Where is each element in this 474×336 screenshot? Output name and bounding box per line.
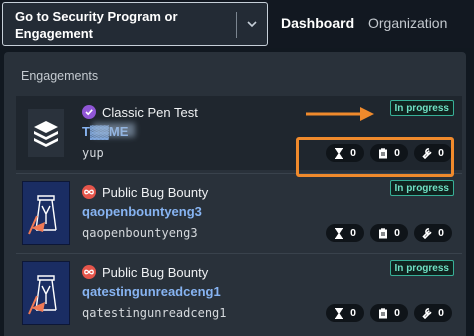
engagement-name[interactable]: qatestingunreadceng1 [82, 284, 221, 299]
clipboard-count: 0 [394, 307, 400, 319]
clipboard-icon [379, 227, 388, 238]
bounty-flag-icon [22, 261, 70, 325]
bounty-flag-icon [22, 181, 70, 245]
engagement-card[interactable]: Public Bug Bounty qaopenbountyeng3 qaope… [16, 176, 462, 254]
clipboard-counter: 0 [370, 224, 408, 242]
nav-organization[interactable]: Organization [368, 15, 447, 31]
engagement-type: Classic Pen Test [102, 105, 198, 120]
status-badge: In progress [389, 260, 454, 276]
engagement-type: Public Bug Bounty [102, 185, 209, 200]
engagement-slug: yup [82, 146, 104, 160]
hourglass-count: 0 [350, 227, 356, 239]
engagements-dropdown: Engagements Classic Pen Test T▓▓ME yup I… [4, 52, 466, 336]
hourglass-counter: 0 [326, 224, 364, 242]
clipboard-counter: 0 [370, 304, 408, 322]
engagement-type: Public Bug Bounty [102, 265, 209, 280]
hourglass-counter: 0 [326, 304, 364, 322]
annotation-arrow [306, 107, 374, 121]
card-divider [16, 253, 462, 254]
wrench-icon [422, 307, 432, 319]
engagement-card[interactable]: Public Bug Bounty qatestingunreadceng1 q… [16, 256, 462, 330]
infinity-icon [82, 265, 96, 279]
engagement-selector[interactable]: Go to Security Program or Engagement [2, 2, 268, 46]
selector-divider [236, 12, 237, 38]
nav-dashboard[interactable]: Dashboard [281, 15, 354, 31]
clipboard-icon [379, 307, 388, 318]
chevron-down-icon[interactable] [245, 17, 259, 31]
annotation-highlight-box [296, 137, 454, 177]
clipboard-count: 0 [394, 227, 400, 239]
status-badge: In progress [389, 180, 454, 196]
engagement-slug: qatestingunreadceng1 [82, 306, 227, 320]
engagement-selector-label: Go to Security Program or Engagement [15, 9, 178, 41]
hourglass-count: 0 [350, 307, 356, 319]
wrench-icon [422, 227, 432, 239]
layers-icon [22, 101, 70, 165]
engagement-counters: 0 0 0 [326, 224, 452, 242]
hourglass-icon [335, 227, 344, 239]
wrench-count: 0 [438, 227, 444, 239]
wrench-counter: 0 [414, 304, 452, 322]
status-badge: In progress [389, 100, 454, 116]
wrench-counter: 0 [414, 224, 452, 242]
engagements-heading: Engagements [21, 69, 99, 83]
top-bar: Go to Security Program or Engagement Das… [0, 0, 474, 48]
engagement-counters: 0 0 0 [326, 304, 452, 322]
check-badge-icon [82, 105, 96, 119]
infinity-icon [82, 185, 96, 199]
wrench-count: 0 [438, 307, 444, 319]
engagement-name[interactable]: qaopenbountyeng3 [82, 204, 202, 219]
redacted-name-blur [93, 123, 135, 137]
hourglass-icon [335, 307, 344, 319]
engagement-slug: qaopenbountyeng3 [82, 226, 198, 240]
